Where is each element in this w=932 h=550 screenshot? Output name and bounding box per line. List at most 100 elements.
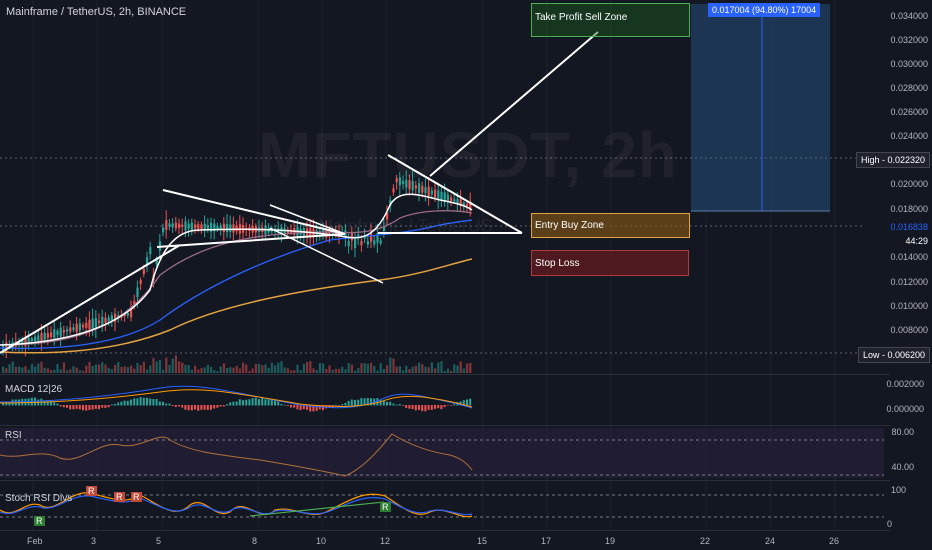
macd-histogram-bar bbox=[347, 400, 350, 406]
volume-bar bbox=[197, 369, 200, 373]
macd-histogram-bar bbox=[107, 405, 110, 408]
volume-bar bbox=[66, 370, 69, 373]
position-info-label[interactable]: 0.017004 (94.80%) 17004 bbox=[708, 3, 821, 17]
macd-histogram-bar bbox=[139, 397, 142, 406]
macd-histogram-bar bbox=[53, 402, 56, 406]
candle-body bbox=[178, 223, 181, 228]
volume-bar bbox=[402, 370, 405, 373]
volume-bar bbox=[187, 365, 190, 373]
candle-body bbox=[85, 322, 88, 328]
macd-histogram-bar bbox=[440, 405, 443, 410]
macd-histogram-bar bbox=[82, 405, 84, 411]
candle-body bbox=[62, 330, 65, 333]
position-target-area[interactable] bbox=[691, 4, 830, 211]
candle-body bbox=[197, 224, 200, 230]
time-axis-label: Feb bbox=[27, 536, 43, 546]
volume-bar bbox=[290, 370, 293, 373]
volume-bar bbox=[293, 370, 296, 373]
candle-body bbox=[34, 336, 37, 342]
volume-bar bbox=[245, 364, 248, 373]
take-profit-zone[interactable]: Take Profit Sell Zone bbox=[531, 3, 690, 37]
macd-histogram-bar bbox=[251, 398, 254, 406]
volume-bar bbox=[280, 361, 283, 373]
volume-bar bbox=[238, 368, 241, 373]
volume-bar bbox=[261, 365, 264, 373]
volume-bar bbox=[251, 368, 254, 373]
volume-bar bbox=[190, 369, 193, 373]
macd-histogram-bar bbox=[158, 401, 161, 406]
candle-body bbox=[232, 224, 235, 233]
macd-histogram-bar bbox=[114, 403, 116, 406]
volume-bar bbox=[267, 367, 270, 373]
volume-bar bbox=[78, 370, 81, 373]
macd-histogram-bar bbox=[430, 405, 433, 410]
macd-histogram-bar bbox=[341, 404, 344, 406]
volume-bar bbox=[216, 370, 219, 373]
rsi-axis-80: 80.00 bbox=[891, 427, 914, 437]
candle-body bbox=[216, 226, 219, 229]
candle-body bbox=[462, 202, 465, 205]
stoch-label[interactable]: Stoch RSI Divs bbox=[5, 493, 72, 504]
volume-bar bbox=[306, 361, 309, 373]
candle-body bbox=[171, 223, 174, 228]
candle-body bbox=[200, 224, 203, 230]
volume-bar bbox=[5, 368, 8, 373]
rsi-label[interactable]: RSI bbox=[5, 430, 22, 441]
volume-bar bbox=[40, 361, 43, 373]
macd-histogram-bar bbox=[344, 402, 347, 406]
candle-body bbox=[78, 323, 81, 331]
volume-bar bbox=[46, 368, 49, 373]
macd-histogram-bar bbox=[270, 399, 273, 406]
price-axis-label: 0.028000 bbox=[890, 83, 928, 93]
symbol-header[interactable]: Mainframe / TetherUS, 2h, BINANCE bbox=[6, 6, 186, 18]
macd-histogram-bar bbox=[181, 405, 184, 408]
volume-bar bbox=[322, 363, 325, 373]
volume-bar bbox=[146, 369, 149, 373]
candle-body bbox=[174, 222, 177, 229]
volume-bar bbox=[24, 366, 27, 373]
macd-histogram-bar bbox=[232, 401, 235, 406]
volume-bar bbox=[309, 361, 312, 373]
macd-axis-top: 0.002000 bbox=[886, 379, 924, 389]
macd-histogram-bar bbox=[453, 404, 456, 406]
price-axis[interactable]: 0.034000 0.032000 0.030000 0.028000 0.026000… bbox=[884, 0, 932, 530]
stop-loss-zone[interactable]: Stop Loss bbox=[531, 250, 689, 276]
macd-histogram-bar bbox=[133, 398, 136, 406]
time-axis[interactable]: Feb 3 5 8 10 12 15 17 19 22 24 26 bbox=[0, 530, 884, 550]
macd-histogram-bar bbox=[254, 397, 257, 406]
macd-histogram-bar bbox=[395, 404, 398, 406]
macd-histogram-bar bbox=[120, 401, 123, 406]
macd-histogram-bar bbox=[286, 405, 289, 406]
stoch-axis-100: 100 bbox=[890, 485, 906, 495]
ma-200-line bbox=[0, 258, 473, 354]
macd-histogram-bar bbox=[168, 403, 171, 406]
candle-body bbox=[222, 223, 225, 233]
chart-canvas[interactable] bbox=[0, 0, 932, 550]
time-axis-label: 12 bbox=[380, 536, 391, 546]
panel-divider bbox=[0, 480, 890, 481]
macd-label[interactable]: MACD 12|26 bbox=[5, 384, 62, 395]
macd-histogram-bar bbox=[98, 405, 100, 410]
entry-zone[interactable]: Entry Buy Zone bbox=[531, 213, 690, 238]
volume-bar bbox=[206, 364, 209, 373]
candle-body bbox=[194, 224, 197, 229]
volume-bar bbox=[456, 365, 459, 373]
macd-histogram-bar bbox=[258, 399, 260, 406]
volume-bar bbox=[101, 362, 104, 373]
candle-body bbox=[91, 318, 94, 329]
time-axis-label: 5 bbox=[156, 536, 162, 546]
candle-body bbox=[66, 329, 69, 332]
volume-bar bbox=[427, 367, 430, 373]
macd-histogram-bar bbox=[149, 398, 152, 406]
volume-bar bbox=[248, 370, 251, 373]
macd-histogram-bar bbox=[94, 405, 97, 409]
price-axis-label: 0.010000 bbox=[890, 301, 928, 311]
volume-bar bbox=[274, 365, 277, 373]
macd-histogram-bar bbox=[184, 405, 187, 410]
macd-histogram-bar bbox=[219, 405, 222, 407]
volume-bar bbox=[200, 367, 203, 373]
candle-body bbox=[184, 221, 187, 231]
volume-bar bbox=[462, 368, 465, 373]
volume-bar bbox=[178, 361, 181, 373]
macd-histogram-bar bbox=[136, 398, 139, 406]
